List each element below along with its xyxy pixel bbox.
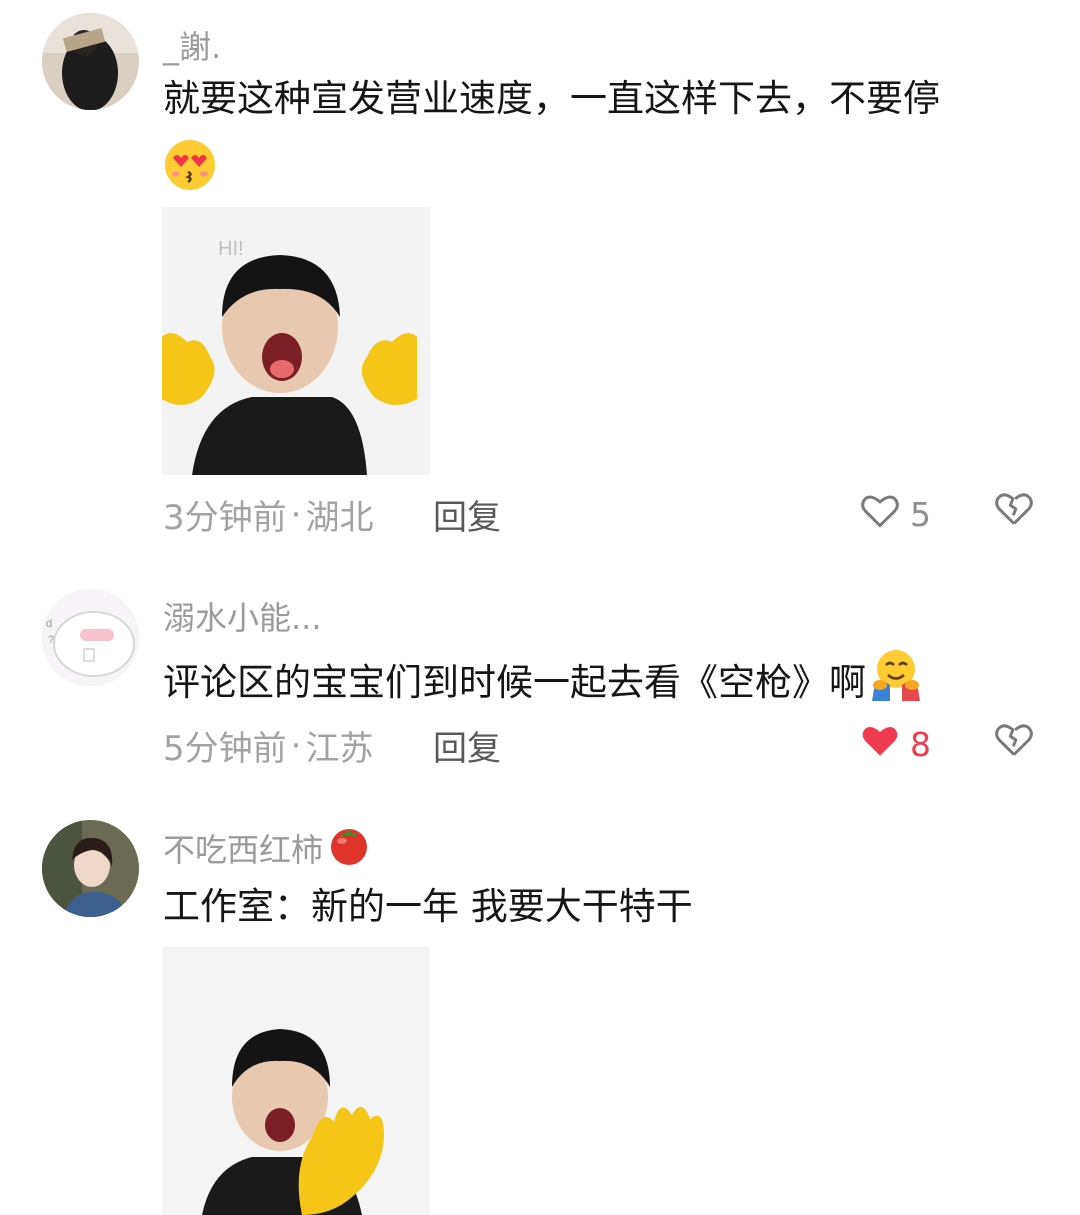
timestamp: 3分钟前 xyxy=(163,498,287,538)
comment-text-content: 工作室：新的一年 我要大干特干 xyxy=(163,885,693,928)
comment-text-content: 就要这种宣发营业速度，一直这样下去，不要停 xyxy=(163,77,940,120)
like-button[interactable]: 5 xyxy=(858,488,931,540)
tomato-emoji-icon xyxy=(327,822,371,874)
like-count: 8 xyxy=(910,724,931,764)
username[interactable]: 溺水小能... xyxy=(163,593,322,639)
broken-heart-icon[interactable] xyxy=(992,717,1036,761)
comment-meta: 5分钟前 · 江苏 xyxy=(163,721,373,770)
username[interactable]: 不吃西红柿 xyxy=(163,822,371,874)
heart-eyes-kiss-emoji-icon xyxy=(163,138,217,209)
location: 湖北 xyxy=(305,498,374,538)
avatar[interactable]: d ? xyxy=(42,589,139,686)
like-button[interactable]: 8 xyxy=(858,718,931,770)
heart-outline-icon xyxy=(858,488,902,540)
meta-separator: · xyxy=(290,494,302,535)
heart-filled-icon xyxy=(858,718,902,770)
reply-button[interactable]: 回复 xyxy=(433,721,501,770)
broken-heart-icon[interactable] xyxy=(992,486,1036,530)
sticker-image[interactable] xyxy=(162,947,430,1215)
comment-text: 工作室：新的一年 我要大干特干 xyxy=(163,878,693,936)
location: 江苏 xyxy=(305,729,374,769)
avatar[interactable] xyxy=(42,820,139,917)
hugging-face-emoji-icon xyxy=(868,647,922,718)
avatar[interactable] xyxy=(42,13,139,110)
like-count: 5 xyxy=(910,494,931,534)
comment-text-line-2 xyxy=(163,138,217,209)
meta-separator: · xyxy=(290,725,302,766)
comment-meta: 3分钟前 · 湖北 xyxy=(163,490,373,539)
comment-text-content: 评论区的宝宝们到时候一起去看《空枪》啊 xyxy=(163,660,866,704)
comment-text: 评论区的宝宝们到时候一起去看《空枪》啊 xyxy=(163,647,922,718)
sticker-caption: HI! xyxy=(218,238,244,260)
username[interactable]: _謝. xyxy=(163,22,221,68)
svg-text:?: ? xyxy=(48,634,54,646)
sticker-image[interactable]: HI! xyxy=(162,207,430,475)
svg-text:d: d xyxy=(46,618,52,630)
timestamp: 5分钟前 xyxy=(163,729,287,769)
username-text: 不吃西红柿 xyxy=(163,831,324,869)
comment-text: 就要这种宣发营业速度，一直这样下去，不要停 xyxy=(163,70,940,128)
reply-button[interactable]: 回复 xyxy=(433,490,501,539)
